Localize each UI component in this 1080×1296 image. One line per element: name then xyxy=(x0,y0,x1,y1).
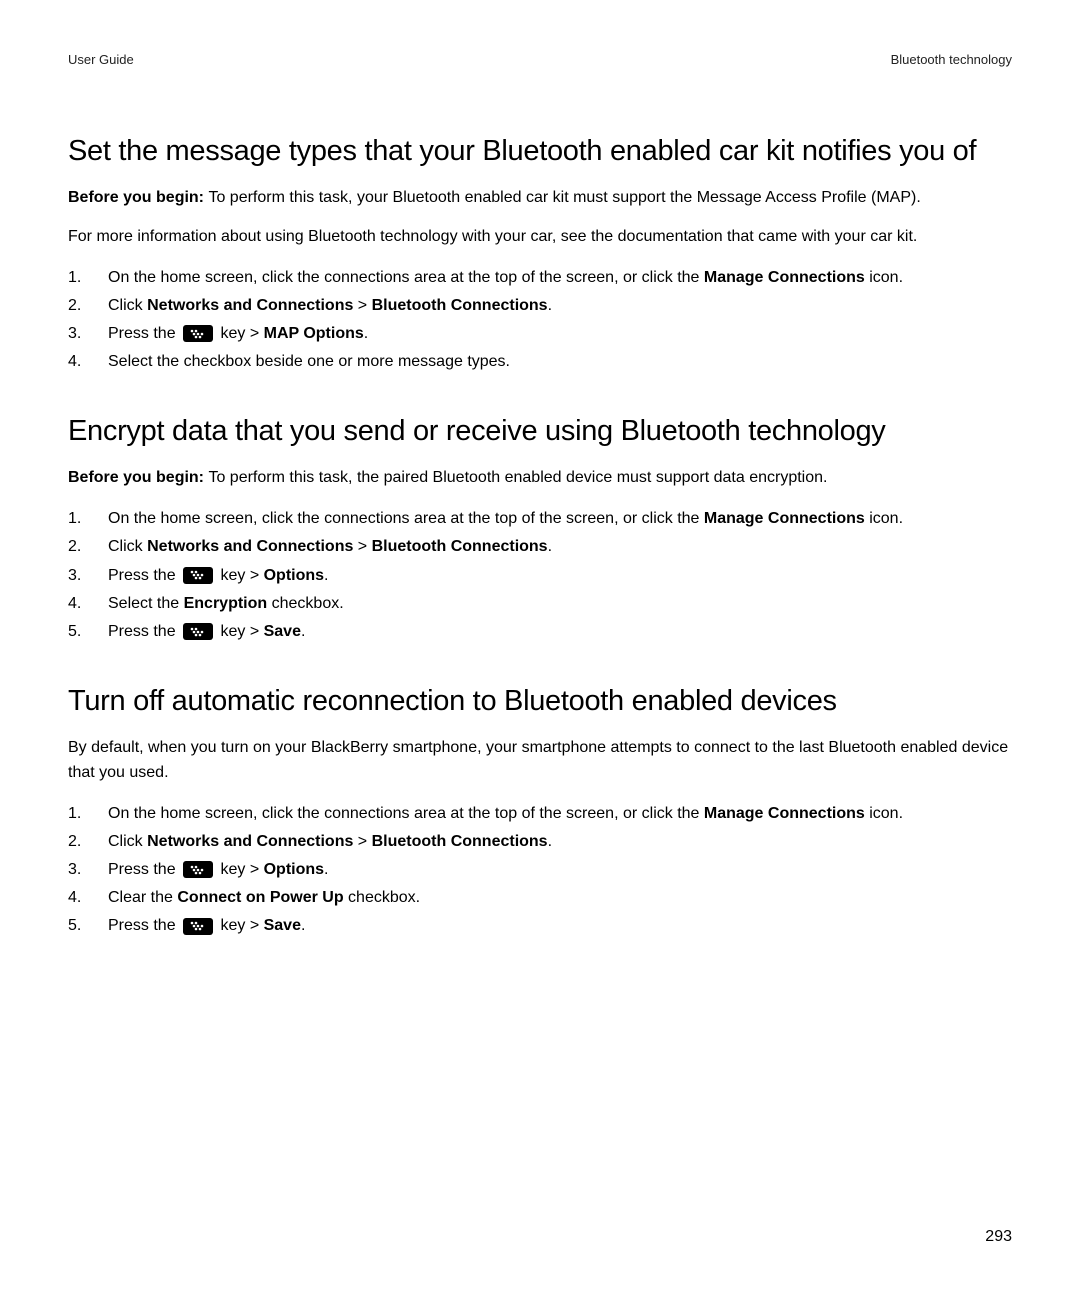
step-bold-text: MAP Options xyxy=(264,325,364,342)
page-content: Set the message types that your Bluetoot… xyxy=(68,135,1012,940)
step-text: . xyxy=(548,833,552,850)
step-text: > xyxy=(353,538,371,555)
step-bold-text: Manage Connections xyxy=(704,269,865,286)
step-bold-text: Options xyxy=(264,567,324,584)
step-item: Select the checkbox beside one or more m… xyxy=(68,348,1012,375)
step-text: . xyxy=(324,567,328,584)
step-bold-text: Bluetooth Connections xyxy=(372,297,548,314)
step-bold-text: Save xyxy=(264,917,301,934)
step-text: . xyxy=(548,538,552,555)
step-item: Press the key > Save. xyxy=(68,912,1012,939)
step-item: Press the key > MAP Options. xyxy=(68,320,1012,347)
step-text: On the home screen, click the connection… xyxy=(108,269,704,286)
step-text: key > xyxy=(216,623,264,640)
step-text: > xyxy=(353,297,371,314)
page-number: 293 xyxy=(985,1228,1012,1246)
intro-text: For more information about using Bluetoo… xyxy=(68,228,917,245)
step-item: On the home screen, click the connection… xyxy=(68,505,1012,532)
blackberry-key-icon xyxy=(183,861,213,878)
step-item: Click Networks and Connections > Bluetoo… xyxy=(68,828,1012,855)
step-bold-text: Bluetooth Connections xyxy=(372,833,548,850)
step-bold-text: Manage Connections xyxy=(704,510,865,527)
step-text: Click xyxy=(108,297,147,314)
step-text: key > xyxy=(216,861,264,878)
step-text: On the home screen, click the connection… xyxy=(108,805,704,822)
step-text: Press the xyxy=(108,567,180,584)
header-left: User Guide xyxy=(68,52,134,67)
step-bold-text: Networks and Connections xyxy=(147,833,353,850)
step-bold-text: Connect on Power Up xyxy=(177,889,343,906)
step-list: On the home screen, click the connection… xyxy=(68,505,1012,645)
intro-paragraph: For more information about using Bluetoo… xyxy=(68,225,1012,250)
step-bold-text: Networks and Connections xyxy=(147,538,353,555)
step-text: checkbox. xyxy=(344,889,420,906)
step-text: Click xyxy=(108,833,147,850)
step-list: On the home screen, click the connection… xyxy=(68,264,1012,376)
step-item: On the home screen, click the connection… xyxy=(68,800,1012,827)
section-heading: Encrypt data that you send or receive us… xyxy=(68,415,1012,448)
step-item: Click Networks and Connections > Bluetoo… xyxy=(68,533,1012,560)
section-heading: Turn off automatic reconnection to Bluet… xyxy=(68,685,1012,718)
step-text: icon. xyxy=(865,510,903,527)
page-header: User Guide Bluetooth technology xyxy=(68,52,1012,67)
step-text: Press the xyxy=(108,861,180,878)
intro-paragraph: Before you begin: To perform this task, … xyxy=(68,466,1012,491)
step-text: icon. xyxy=(865,269,903,286)
step-text: . xyxy=(324,861,328,878)
step-item: Select the Encryption checkbox. xyxy=(68,590,1012,617)
intro-text: To perform this task, the paired Bluetoo… xyxy=(208,469,827,486)
step-text: Clear the xyxy=(108,889,177,906)
step-text: On the home screen, click the connection… xyxy=(108,510,704,527)
step-text: checkbox. xyxy=(267,595,343,612)
blackberry-key-icon xyxy=(183,918,213,935)
blackberry-key-icon xyxy=(183,623,213,640)
step-text: . xyxy=(301,917,305,934)
step-text: > xyxy=(353,833,371,850)
section-heading: Set the message types that your Bluetoot… xyxy=(68,135,1012,168)
step-text: Select the xyxy=(108,595,184,612)
intro-bold-prefix: Before you begin: xyxy=(68,189,208,206)
blackberry-key-icon xyxy=(183,567,213,584)
step-text: Press the xyxy=(108,325,180,342)
step-text: key > xyxy=(216,917,264,934)
step-text: Press the xyxy=(108,623,180,640)
blackberry-key-icon xyxy=(183,325,213,342)
step-text: Click xyxy=(108,538,147,555)
step-item: On the home screen, click the connection… xyxy=(68,264,1012,291)
step-bold-text: Networks and Connections xyxy=(147,297,353,314)
step-text: . xyxy=(301,623,305,640)
step-text: key > xyxy=(216,325,264,342)
step-bold-text: Encryption xyxy=(184,595,268,612)
step-text: . xyxy=(548,297,552,314)
step-item: Press the key > Options. xyxy=(68,856,1012,883)
intro-bold-prefix: Before you begin: xyxy=(68,469,208,486)
intro-paragraph: By default, when you turn on your BlackB… xyxy=(68,736,1012,786)
step-text: Select the checkbox beside one or more m… xyxy=(108,353,510,370)
step-item: Press the key > Save. xyxy=(68,618,1012,645)
step-item: Press the key > Options. xyxy=(68,562,1012,589)
step-bold-text: Save xyxy=(264,623,301,640)
step-item: Clear the Connect on Power Up checkbox. xyxy=(68,884,1012,911)
step-list: On the home screen, click the connection… xyxy=(68,800,1012,940)
step-text: icon. xyxy=(865,805,903,822)
step-text: key > xyxy=(216,567,264,584)
header-right: Bluetooth technology xyxy=(891,52,1012,67)
step-text: Press the xyxy=(108,917,180,934)
step-bold-text: Options xyxy=(264,861,324,878)
step-bold-text: Manage Connections xyxy=(704,805,865,822)
step-item: Click Networks and Connections > Bluetoo… xyxy=(68,292,1012,319)
intro-text: To perform this task, your Bluetooth ena… xyxy=(208,189,920,206)
intro-paragraph: Before you begin: To perform this task, … xyxy=(68,186,1012,211)
step-bold-text: Bluetooth Connections xyxy=(372,538,548,555)
step-text: . xyxy=(364,325,368,342)
intro-text: By default, when you turn on your BlackB… xyxy=(68,739,1008,781)
